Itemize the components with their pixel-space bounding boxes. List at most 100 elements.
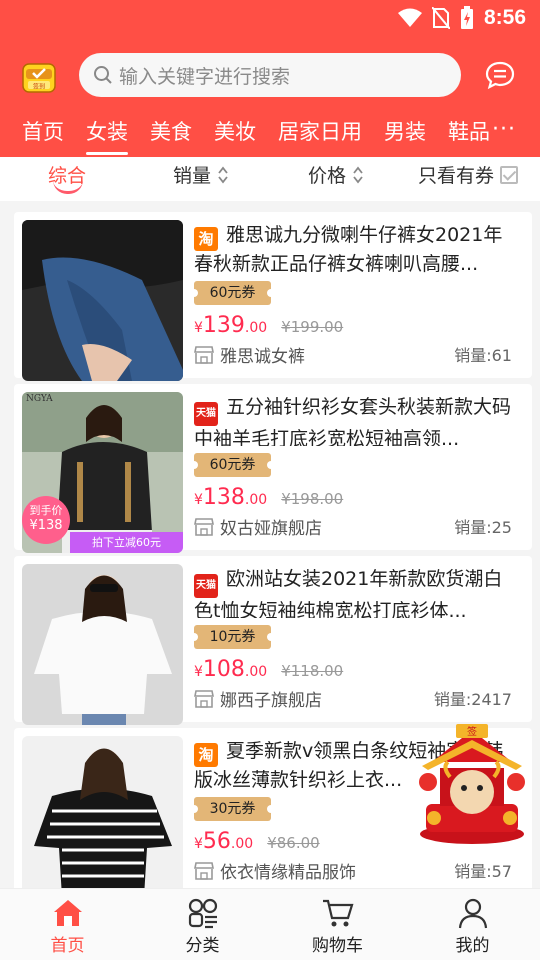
product-title-text: 五分袖针织衫女套头秋装新款大码中袖羊毛打底衫宽松短袖高领... bbox=[194, 396, 512, 446]
product-image[interactable] bbox=[22, 220, 183, 381]
price-integer: 56 bbox=[202, 829, 231, 854]
final-price-label: 到手价 bbox=[29, 504, 63, 517]
shop-icon bbox=[194, 517, 214, 536]
sort-label: 价格 bbox=[308, 165, 347, 187]
shop-row: 依衣情缘精品服饰 销量:57 bbox=[194, 858, 512, 883]
shop-row: 雅思诚女裤 销量:61 bbox=[194, 342, 512, 367]
coupon-badge[interactable]: 30元券 bbox=[190, 797, 275, 821]
product-card[interactable]: 淘雅思诚九分微喇牛仔裤女2021年春秋新款正品仔裤女裤喇叭高腰... 60元券 … bbox=[14, 212, 532, 381]
category-tab-beauty[interactable]: 美妆 bbox=[192, 112, 256, 157]
final-price-value: ¥138 bbox=[29, 518, 63, 533]
product-title-text: 欧洲站女装2021年新款欧货潮白色t恤女短袖纯棉宽松打底衫体... bbox=[194, 568, 503, 618]
product-card[interactable]: 天猫 欧洲站女装2021年新款欧货潮白色t恤女短袖纯棉宽松打底衫体... 10元券… bbox=[14, 556, 532, 725]
sort-price[interactable]: 价格 bbox=[308, 161, 364, 188]
category-icon bbox=[188, 898, 217, 929]
status-bar: 8:56 bbox=[0, 0, 540, 36]
shop-row: 奴古娅旗舰店 销量:25 bbox=[194, 514, 512, 539]
category-tab-mens[interactable]: 男装 bbox=[362, 112, 426, 157]
original-price: ¥86.00 bbox=[267, 834, 320, 852]
product-image[interactable] bbox=[22, 736, 183, 897]
product-card[interactable]: NGYA 到手价 ¥138 拍下立减60元 天猫 五分袖针织衫女套头秋装新款大码中… bbox=[14, 384, 532, 553]
price-symbol: ¥ bbox=[194, 492, 203, 508]
sales-count: 销量:25 bbox=[454, 518, 512, 537]
nav-label: 我的 bbox=[455, 936, 490, 956]
coupon-only-checkbox[interactable] bbox=[500, 165, 519, 184]
nav-label: 购物车 bbox=[312, 936, 363, 956]
taobao-badge: 淘 bbox=[194, 743, 218, 767]
category-tab-home-goods[interactable]: 居家日用 bbox=[256, 112, 362, 157]
product-image[interactable]: NGYA 到手价 ¥138 拍下立减60元 bbox=[22, 392, 183, 553]
sort-toggle-icon bbox=[218, 166, 228, 183]
product-title[interactable]: 淘雅思诚九分微喇牛仔裤女2021年春秋新款正品仔裤女裤喇叭高腰... bbox=[194, 222, 512, 274]
price-row: ¥ 138 .00 ¥198.00 bbox=[194, 485, 512, 510]
sign-in-icon[interactable]: 签到 bbox=[22, 60, 56, 94]
shop-name[interactable]: 奴古娅旗舰店 bbox=[220, 514, 322, 539]
sales-count: 销量:2417 bbox=[433, 690, 512, 709]
price-row: ¥ 139 .00 ¥199.00 bbox=[194, 313, 512, 338]
price-symbol: ¥ bbox=[194, 664, 203, 680]
price-row: ¥ 108 .00 ¥118.00 bbox=[194, 657, 512, 682]
message-icon[interactable] bbox=[485, 60, 515, 90]
app-header: 8:56 签到 输入关键字进行搜索 首页 女装 美食 美妆 居家日用 男装 鞋品… bbox=[0, 0, 540, 157]
category-tab-shoes[interactable]: 鞋品 bbox=[426, 112, 490, 157]
discount-strip: 拍下立减60元 bbox=[70, 532, 183, 553]
sort-sales[interactable]: 销量 bbox=[173, 161, 229, 188]
sign-label: 签到 bbox=[33, 83, 45, 91]
category-tab-home[interactable]: 首页 bbox=[0, 112, 64, 157]
nav-cart[interactable]: 购物车 bbox=[270, 889, 405, 960]
tmall-badge: 天猫 bbox=[194, 574, 218, 598]
price-decimal: .00 bbox=[230, 836, 254, 852]
product-image[interactable] bbox=[22, 564, 183, 725]
coupon-only-toggle[interactable]: 只看有券 bbox=[418, 161, 519, 188]
price-decimal: .00 bbox=[244, 492, 268, 508]
price-symbol: ¥ bbox=[194, 320, 203, 336]
product-title-text: 雅思诚九分微喇牛仔裤女2021年春秋新款正品仔裤女裤喇叭高腰... bbox=[194, 224, 503, 274]
coupon-badge[interactable]: 60元券 bbox=[190, 281, 275, 305]
shop-name[interactable]: 雅思诚女裤 bbox=[220, 342, 305, 367]
wifi-icon bbox=[397, 8, 422, 27]
taobao-badge: 淘 bbox=[194, 227, 218, 251]
product-title[interactable]: 天猫 五分袖针织衫女套头秋装新款大码中袖羊毛打底衫宽松短袖高领... bbox=[194, 394, 512, 446]
price-symbol: ¥ bbox=[194, 836, 203, 852]
no-sim-icon bbox=[431, 7, 450, 29]
shop-icon bbox=[194, 689, 214, 708]
nav-category[interactable]: 分类 bbox=[135, 889, 270, 960]
product-title[interactable]: 天猫 欧洲站女装2021年新款欧货潮白色t恤女短袖纯棉宽松打底衫体... bbox=[194, 566, 512, 618]
cart-icon bbox=[322, 899, 353, 927]
original-price: ¥199.00 bbox=[281, 318, 344, 336]
search-input[interactable]: 输入关键字进行搜索 bbox=[79, 53, 461, 97]
sort-toggle-icon bbox=[353, 166, 363, 183]
coupon-badge[interactable]: 10元券 bbox=[190, 625, 275, 649]
sales-count: 销量:57 bbox=[454, 862, 512, 881]
sort-bar: 综合 销量 价格 只看有券 bbox=[0, 157, 540, 201]
final-price-badge: 到手价 ¥138 bbox=[22, 496, 70, 544]
category-tab-food[interactable]: 美食 bbox=[128, 112, 192, 157]
shop-icon bbox=[194, 861, 214, 880]
original-price: ¥198.00 bbox=[281, 490, 344, 508]
more-categories-button[interactable]: ··· bbox=[492, 112, 516, 148]
shop-name[interactable]: 依衣情缘精品服饰 bbox=[220, 858, 356, 883]
category-tab-womens[interactable]: 女装 bbox=[64, 112, 128, 157]
sort-label: 销量 bbox=[173, 165, 212, 187]
shop-row: 娜西子旗舰店 销量:2417 bbox=[194, 686, 512, 711]
home-icon bbox=[53, 900, 82, 926]
search-placeholder: 输入关键字进行搜索 bbox=[119, 65, 291, 88]
coupon-only-label: 只看有券 bbox=[418, 165, 495, 187]
festive-promo-icon[interactable]: 签 bbox=[412, 722, 532, 846]
price-decimal: .00 bbox=[244, 664, 268, 680]
bottom-navigation: 首页 分类 购物车 我的 bbox=[0, 888, 540, 960]
battery-charging-icon bbox=[460, 6, 473, 29]
shop-icon bbox=[194, 345, 214, 364]
nav-profile[interactable]: 我的 bbox=[405, 889, 540, 960]
nav-label: 首页 bbox=[50, 936, 85, 956]
nav-home[interactable]: 首页 bbox=[0, 889, 135, 960]
profile-icon bbox=[458, 898, 487, 929]
shop-name[interactable]: 娜西子旗舰店 bbox=[220, 686, 322, 711]
festive-sign-text: 签 bbox=[467, 725, 477, 738]
search-icon bbox=[94, 66, 112, 84]
price-integer: 108 bbox=[202, 657, 245, 682]
price-integer: 139 bbox=[202, 313, 245, 338]
price-decimal: .00 bbox=[244, 320, 268, 336]
status-time: 8:56 bbox=[483, 6, 526, 29]
coupon-badge[interactable]: 60元券 bbox=[190, 453, 275, 477]
